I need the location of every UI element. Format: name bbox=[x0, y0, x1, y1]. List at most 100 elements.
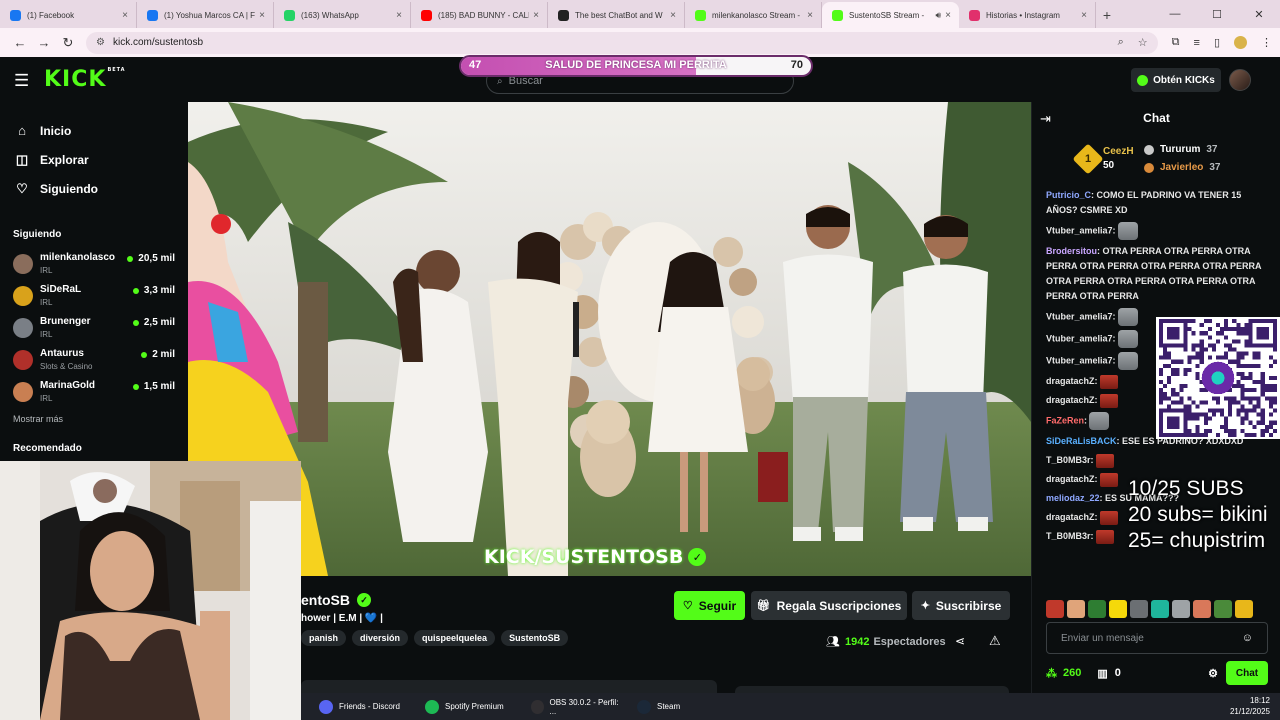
reload-icon[interactable]: ↻ bbox=[56, 31, 80, 55]
tab-title: milenkanolasco Stream - bbox=[712, 10, 801, 20]
leaderboard-item[interactable]: Javierleo 37 bbox=[1144, 162, 1221, 173]
new-tab-icon[interactable]: + bbox=[1096, 2, 1118, 28]
stream-tag[interactable]: SustentoSB bbox=[501, 630, 569, 646]
browser-tab[interactable]: The best ChatBot and W × bbox=[548, 2, 685, 28]
chat-username[interactable]: T_B0MB3r bbox=[1046, 455, 1091, 465]
chat-username[interactable]: Putricio_C bbox=[1046, 190, 1091, 200]
emote-icon[interactable] bbox=[1130, 600, 1148, 618]
emote-icon[interactable] bbox=[1214, 600, 1232, 618]
followed-channel[interactable]: MarinaGold IRL 1,5 mil bbox=[0, 376, 188, 408]
close-tab-icon[interactable]: × bbox=[807, 10, 813, 21]
chat-username[interactable]: Vtuber_amelia7 bbox=[1046, 225, 1113, 235]
close-window-icon[interactable]: ✕ bbox=[1238, 0, 1280, 28]
chat-username[interactable]: Vtuber_amelia7 bbox=[1046, 333, 1113, 343]
sidebar-icon[interactable]: ▯ bbox=[1214, 36, 1220, 49]
emote-icon bbox=[1117, 222, 1138, 240]
leaderboard-item[interactable]: Tururum 37 bbox=[1144, 144, 1218, 155]
browser-tab[interactable]: (1) Yoshua Marcos CA | Fa × bbox=[137, 2, 274, 28]
url-bar[interactable]: ⚙ kick.com/sustentosb ⌕ ☆ bbox=[86, 31, 1158, 54]
chat-username[interactable]: Vtuber_amelia7 bbox=[1046, 355, 1113, 365]
zoom-icon[interactable]: ⌕ bbox=[1118, 36, 1124, 49]
chat-username[interactable]: meliodaz_22 bbox=[1046, 493, 1100, 503]
show-more-link[interactable]: Mostrar más bbox=[0, 414, 188, 424]
channel-points[interactable]: ⁂ 260 bbox=[1046, 667, 1081, 680]
media-control-icon[interactable]: ≡ bbox=[1194, 37, 1200, 49]
taskbar-item[interactable]: Friends - Discord bbox=[301, 693, 407, 720]
browser-menu-icon[interactable]: ⋮ bbox=[1261, 36, 1272, 49]
share-icon[interactable]: ⋖ bbox=[955, 634, 965, 648]
close-tab-icon[interactable]: × bbox=[396, 10, 402, 21]
back-icon[interactable]: ← bbox=[8, 31, 32, 55]
emote-icon[interactable] bbox=[1193, 600, 1211, 618]
followed-channel[interactable]: milenkanolasco IRL 20,5 mil bbox=[0, 248, 188, 280]
channel-name[interactable]: entoSB ✓ bbox=[301, 592, 371, 608]
menu-icon[interactable]: ☰ bbox=[14, 71, 29, 91]
top-gifter-name[interactable]: CeezH bbox=[1103, 146, 1134, 157]
chat-username[interactable]: FaZeRen bbox=[1046, 415, 1084, 425]
site-info-icon[interactable]: ⚙ bbox=[96, 37, 105, 48]
extensions-icon[interactable]: ⧉ bbox=[1172, 36, 1180, 49]
emote-icon[interactable] bbox=[1235, 600, 1253, 618]
chat-username[interactable]: Brodersitou bbox=[1046, 246, 1097, 256]
taskbar-item[interactable]: OBS 30.0.2 - Perfil: ... bbox=[513, 693, 619, 720]
chat-username[interactable]: dragatachZ bbox=[1046, 376, 1095, 386]
gift-subs-button[interactable]: 🎁︎ Regala Suscripciones bbox=[751, 591, 907, 620]
forward-icon[interactable]: → bbox=[32, 31, 56, 55]
system-clock[interactable]: 18:12 21/12/2025 bbox=[1230, 695, 1270, 717]
speaker-icon[interactable]: 🔊︎ bbox=[935, 10, 941, 21]
close-tab-icon[interactable]: × bbox=[1081, 10, 1087, 21]
sidebar-item-inicio[interactable]: ⌂ Inicio bbox=[14, 116, 174, 145]
emote-icon[interactable] bbox=[1067, 600, 1085, 618]
taskbar-item[interactable]: Steam bbox=[619, 693, 725, 720]
emote-icon[interactable] bbox=[1046, 600, 1064, 618]
chat-username[interactable]: Vtuber_amelia7 bbox=[1046, 311, 1113, 321]
close-tab-icon[interactable]: × bbox=[670, 10, 676, 21]
browser-tab[interactable]: SustentoSB Stream - 🔊︎ × bbox=[822, 2, 959, 28]
browser-tab[interactable]: milenkanolasco Stream - × bbox=[685, 2, 822, 28]
sidebar-item-siguiendo[interactable]: ♡ Siguiendo bbox=[14, 174, 174, 203]
video-player[interactable]: KICK/SUSTENTOSB ✓ bbox=[188, 102, 1031, 576]
follow-button[interactable]: ♡ Seguir bbox=[674, 591, 745, 620]
chat-settings-icon[interactable]: ⚙ bbox=[1208, 667, 1218, 680]
chat-username[interactable]: dragatachZ bbox=[1046, 512, 1095, 522]
emoji-picker-icon[interactable]: ☺ bbox=[1242, 632, 1253, 644]
minimize-icon[interactable]: — bbox=[1154, 0, 1196, 28]
chat-username[interactable]: dragatachZ bbox=[1046, 474, 1095, 484]
close-tab-icon[interactable]: × bbox=[533, 10, 539, 21]
stream-tag[interactable]: diversión bbox=[352, 630, 409, 646]
stream-tag[interactable]: quispeelquelea bbox=[414, 630, 496, 646]
browser-tab[interactable]: Historias • Instagram × bbox=[959, 2, 1096, 28]
taskbar-item[interactable]: Spotify Premium bbox=[407, 693, 513, 720]
emote-icon[interactable] bbox=[1088, 600, 1106, 618]
browser-tab[interactable]: (163) WhatsApp × bbox=[274, 2, 411, 28]
followed-channel[interactable]: Antaurus Slots & Casino 2 mil bbox=[0, 344, 188, 376]
get-kicks-button[interactable]: Obtén KICKs bbox=[1131, 68, 1221, 92]
followed-channel[interactable]: SiDeRaL IRL 3,3 mil bbox=[0, 280, 188, 312]
browser-tab[interactable]: (1) Facebook × bbox=[0, 2, 137, 28]
tab-title: (1) Yoshua Marcos CA | Fa bbox=[164, 10, 256, 20]
report-icon[interactable]: ⚠ bbox=[989, 633, 1001, 649]
predictions-box[interactable]: ▥ 0 bbox=[1097, 667, 1121, 680]
stream-tag[interactable]: panish bbox=[301, 630, 347, 646]
close-tab-icon[interactable]: × bbox=[945, 10, 951, 21]
emote-icon[interactable] bbox=[1151, 600, 1169, 618]
emote-icon[interactable] bbox=[1109, 600, 1127, 618]
chat-message-input[interactable]: Enviar un mensaje ☺ bbox=[1046, 622, 1268, 654]
browser-tab[interactable]: (185) BAD BUNNY - CALL × bbox=[411, 2, 548, 28]
maximize-icon[interactable]: ☐ bbox=[1196, 0, 1238, 28]
followed-channel[interactable]: Brunenger IRL 2,5 mil bbox=[0, 312, 188, 344]
chat-username[interactable]: dragatachZ bbox=[1046, 395, 1095, 405]
sidebar-item-explorar[interactable]: ◫ Explorar bbox=[14, 145, 174, 174]
close-tab-icon[interactable]: × bbox=[122, 10, 128, 21]
chat-username[interactable]: T_B0MB3r bbox=[1046, 531, 1091, 541]
chat-username[interactable]: SiDeRaLisBACK bbox=[1046, 436, 1117, 446]
kick-logo[interactable]: KICKBETA bbox=[44, 67, 126, 92]
close-tab-icon[interactable]: × bbox=[259, 10, 265, 21]
profile-icon[interactable] bbox=[1234, 36, 1247, 49]
bookmark-star-icon[interactable]: ☆ bbox=[1138, 36, 1148, 49]
user-avatar[interactable] bbox=[1229, 69, 1251, 91]
emote-icon[interactable] bbox=[1172, 600, 1190, 618]
subscribe-button[interactable]: ✦ Suscribirse bbox=[912, 591, 1010, 620]
chat-send-button[interactable]: Chat bbox=[1226, 661, 1268, 685]
facebook-icon bbox=[10, 9, 21, 21]
